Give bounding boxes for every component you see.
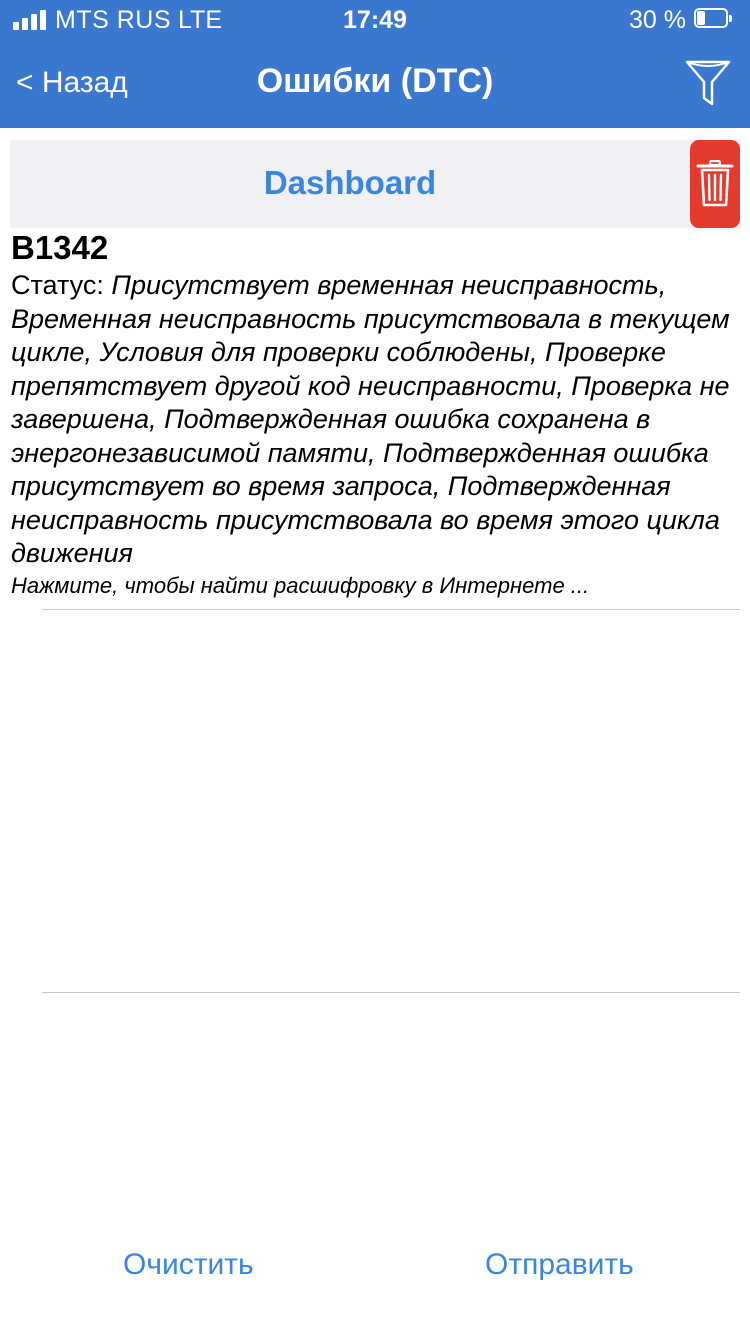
page-title: Ошибки (DTC): [256, 62, 494, 100]
delete-button[interactable]: [690, 140, 740, 228]
dtc-status-label: Статус:: [11, 270, 104, 300]
dtc-search-hint: Нажмите, чтобы найти расшифровку в Интер…: [11, 572, 590, 598]
dashboard-button[interactable]: Dashboard: [10, 140, 690, 228]
dtc-status-text: Присутствует временная неисправность, Вр…: [11, 270, 730, 568]
status-bar: MTS RUS LTE 17:49 30 %: [0, 0, 750, 40]
trash-icon: [696, 160, 734, 207]
filter-icon: [685, 60, 731, 106]
dashboard-bar: Dashboard: [10, 140, 740, 228]
clear-button[interactable]: Очистить: [123, 1248, 254, 1282]
header: MTS RUS LTE 17:49 30 % < Назад Ошибки (D…: [0, 0, 750, 128]
battery-percent: 30 %: [629, 6, 686, 34]
row-divider: [42, 609, 740, 610]
battery-icon: [694, 8, 734, 30]
screen: MTS RUS LTE 17:49 30 % < Назад Ошибки (D…: [0, 0, 750, 1334]
row-divider: [42, 992, 740, 993]
dtc-status: Статус: Присутствует временная неисправн…: [11, 269, 731, 571]
filter-button[interactable]: [684, 58, 732, 108]
nav-bar: < Назад Ошибки (DTC): [0, 40, 750, 128]
dtc-list-item[interactable]: B1342 Статус: Присутствует временная неи…: [11, 230, 731, 600]
send-button[interactable]: Отправить: [485, 1248, 634, 1282]
dtc-code: B1342: [11, 229, 109, 266]
